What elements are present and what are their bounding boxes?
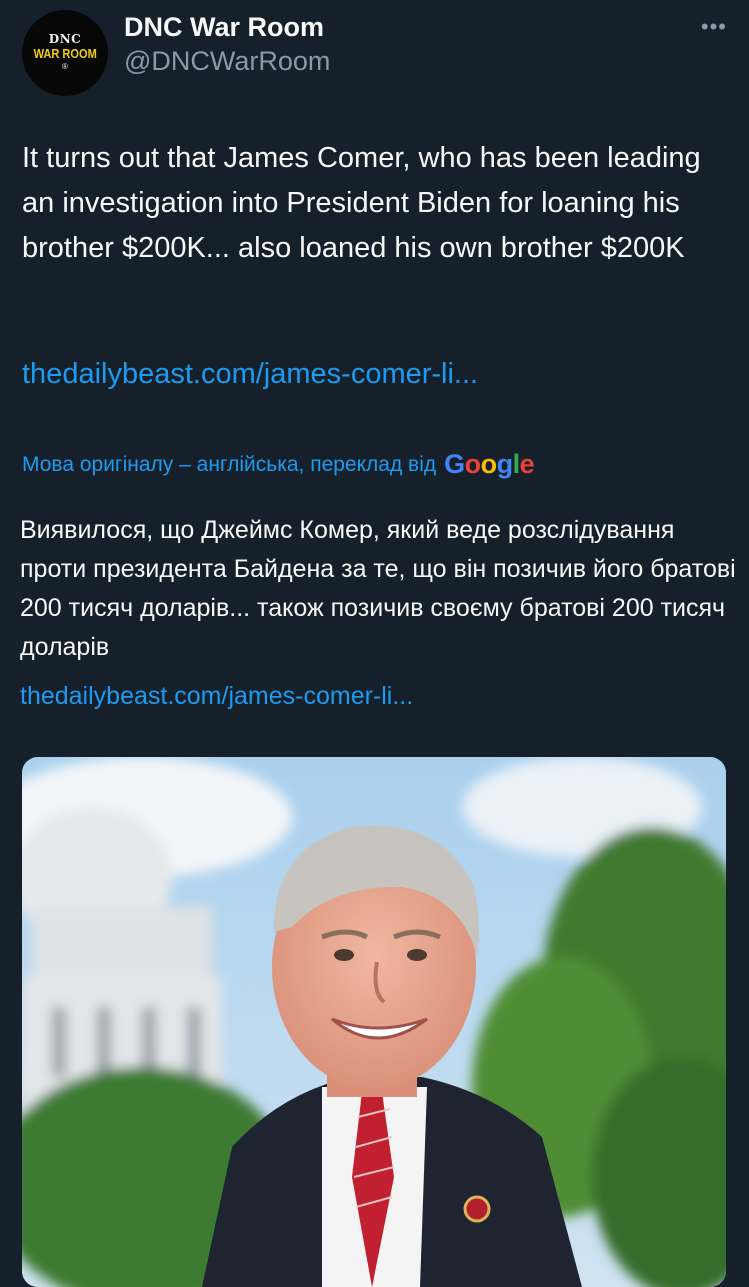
google-letter: G xyxy=(444,449,465,479)
author-name[interactable]: DNC War Room xyxy=(124,12,324,43)
google-letter: o xyxy=(480,449,498,479)
translation-note-text: Мова оригіналу – англійська, переклад ві… xyxy=(22,452,437,476)
author-handle[interactable]: @DNCWarRoom xyxy=(124,46,330,77)
more-horizontal-icon[interactable]: ••• xyxy=(701,14,727,40)
google-letter: l xyxy=(512,449,521,479)
avatar-logo-mark: ® xyxy=(62,62,68,71)
tweet-link[interactable]: thedailybeast.com/james-comer-li... xyxy=(22,358,478,391)
tweet-header: DNC WAR ROOM ® DNC War Room @DNCWarRoom … xyxy=(22,10,727,96)
google-letter: g xyxy=(496,449,514,479)
translated-text: Виявилося, що Джеймс Комер, який веде ро… xyxy=(20,516,736,661)
google-letter: e xyxy=(519,449,535,479)
google-letter: o xyxy=(464,449,482,479)
avatar-logo-line1: DNC xyxy=(48,32,82,46)
translated-link[interactable]: thedailybeast.com/james-comer-li... xyxy=(20,682,413,711)
tweet-text: It turns out that James Comer, who has b… xyxy=(22,142,701,264)
avatar[interactable]: DNC WAR ROOM ® xyxy=(22,10,108,96)
portrait-photo xyxy=(22,757,726,1287)
google-logo: Google xyxy=(444,449,535,480)
avatar-logo-line2: WAR ROOM xyxy=(33,46,97,61)
tweet-image[interactable] xyxy=(22,757,726,1287)
translation-note[interactable]: Мова оригіналу – англійська, переклад ві… xyxy=(22,449,535,480)
